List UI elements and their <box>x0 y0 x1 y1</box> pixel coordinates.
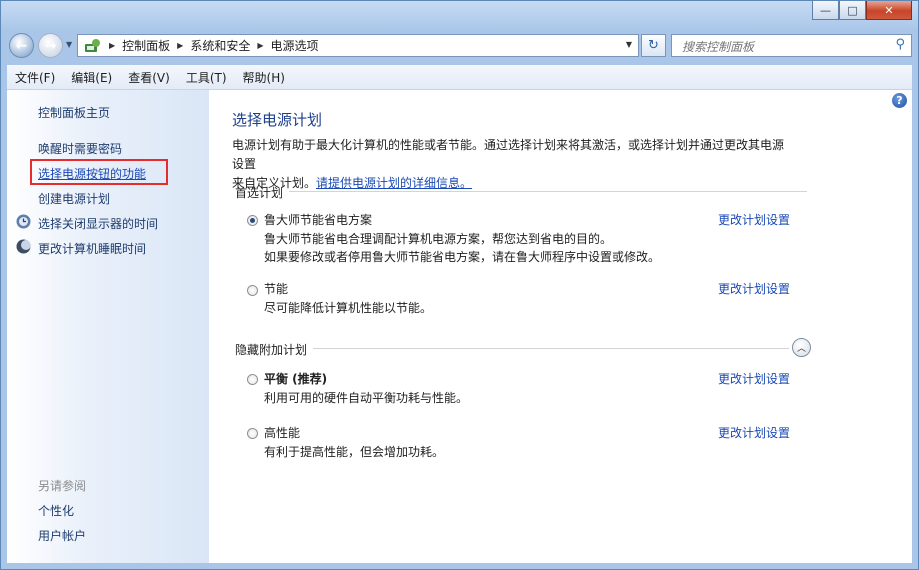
chevron-up-icon: ︿ <box>796 344 806 354</box>
change-plan-settings-link[interactable]: 更改计划设置 <box>718 280 790 297</box>
description-line: 电源计划有助于最大化计算机的性能或者节能。通过选择计划来将其激活，或选择计划并通… <box>232 138 785 171</box>
change-plan-settings-link[interactable]: 更改计划设置 <box>718 370 790 387</box>
maximize-button[interactable]: □ <box>839 1 866 20</box>
monitor-clock-icon <box>16 214 31 229</box>
breadcrumb-separator-icon: ▶ <box>109 41 116 50</box>
menu-tools[interactable]: 工具(T) <box>178 69 235 86</box>
main-panel: ? 选择电源计划 电源计划有助于最大化计算机的性能或者节能。通过选择计划来将其激… <box>209 90 912 563</box>
menu-help[interactable]: 帮助(H) <box>235 69 293 86</box>
plan-radio-high-performance[interactable] <box>247 428 258 439</box>
sidebar-item-display-off-time[interactable]: 选择关闭显示器的时间 <box>38 215 158 232</box>
back-button[interactable]: ← <box>9 33 34 58</box>
plan-description-ludashi: 鲁大师节能省电合理调配计算机电源方案，帮您达到省电的目的。 如果要修改或者停用鲁… <box>264 232 661 264</box>
sidebar-item-user-accounts[interactable]: 用户帐户 <box>38 527 86 544</box>
sidebar-item-personalization[interactable]: 个性化 <box>38 502 74 519</box>
forward-arrow-icon: → <box>44 37 57 54</box>
sidebar-control-panel-home[interactable]: 控制面板主页 <box>38 104 110 121</box>
search-icon[interactable]: ⚲ <box>895 37 905 52</box>
menu-file[interactable]: 文件(F) <box>7 69 63 86</box>
plan-description-power-saver: 尽可能降低计算机性能以节能。 <box>264 301 433 315</box>
search-box: ⚲ <box>671 34 912 57</box>
plan-radio-power-saver[interactable] <box>247 285 258 296</box>
close-button[interactable]: ✕ <box>866 1 912 20</box>
caption-buttons: — □ ✕ <box>812 1 912 20</box>
minimize-button[interactable]: — <box>812 1 839 20</box>
control-panel-icon <box>85 38 100 52</box>
back-arrow-icon: ← <box>15 37 28 54</box>
control-panel-window: — □ ✕ ← → ▼ ▶ 控制面板 ▶ 系统和安全 ▶ 电源选项 ▼ ↻ 搜索… <box>0 0 919 570</box>
sidebar: 控制面板主页 唤醒时需要密码 选择电源按钮的功能 创建电源计划 选择关闭显示器的… <box>7 90 209 563</box>
sidebar-item-wake-password[interactable]: 唤醒时需要密码 <box>38 140 122 157</box>
help-icon[interactable]: ? <box>892 93 907 108</box>
plan-name-power-saver[interactable]: 节能 <box>264 280 288 297</box>
forward-button[interactable]: → <box>38 33 63 58</box>
plan-radio-balanced[interactable] <box>247 374 258 385</box>
breadcrumb-system-security[interactable]: 系统和安全 <box>190 37 250 54</box>
plan-description-high-performance: 有利于提高性能，但会增加功耗。 <box>264 445 445 459</box>
content-area: 控制面板主页 唤醒时需要密码 选择电源按钮的功能 创建电源计划 选择关闭显示器的… <box>7 90 912 563</box>
hidden-plans-heading: 隐藏附加计划 <box>235 343 308 357</box>
change-plan-settings-link[interactable]: 更改计划设置 <box>718 424 790 441</box>
plan-radio-ludashi[interactable] <box>247 215 258 226</box>
refresh-icon: ↻ <box>648 38 659 53</box>
plan-description-balanced: 利用可用的硬件自动平衡功耗与性能。 <box>264 391 469 405</box>
plan-name-ludashi[interactable]: 鲁大师节能省电方案 <box>264 211 372 228</box>
sidebar-item-create-plan[interactable]: 创建电源计划 <box>38 190 110 207</box>
collapse-hidden-plans-button[interactable]: ︿ <box>792 338 811 357</box>
preferred-plans-heading: 首选计划 <box>235 186 284 200</box>
page-title: 选择电源计划 <box>232 111 323 129</box>
group-divider <box>289 191 807 192</box>
breadcrumb-separator-icon: ▶ <box>177 41 184 50</box>
address-dropdown-icon[interactable]: ▼ <box>626 40 632 49</box>
breadcrumb-control-panel[interactable]: 控制面板 <box>122 37 170 54</box>
refresh-button[interactable]: ↻ <box>641 34 666 57</box>
page-description: 电源计划有助于最大化计算机的性能或者节能。通过选择计划来将其激活，或选择计划并通… <box>232 136 792 193</box>
sidebar-item-sleep-time[interactable]: 更改计算机睡眠时间 <box>38 240 146 257</box>
menu-view[interactable]: 查看(V) <box>120 69 178 86</box>
breadcrumb-separator-icon: ▶ <box>257 41 264 50</box>
navigation-bar: ← → ▼ ▶ 控制面板 ▶ 系统和安全 ▶ 电源选项 ▼ ↻ ⚲ <box>7 31 912 61</box>
address-bar[interactable]: ▶ 控制面板 ▶ 系统和安全 ▶ 电源选项 ▼ <box>77 34 639 57</box>
sleep-moon-icon <box>16 239 31 254</box>
menu-bar: 文件(F) 编辑(E) 查看(V) 工具(T) 帮助(H) <box>7 65 912 90</box>
plan-name-high-performance[interactable]: 高性能 <box>264 424 300 441</box>
see-also-heading: 另请参阅 <box>38 479 87 493</box>
change-plan-settings-link[interactable]: 更改计划设置 <box>718 211 790 228</box>
search-input[interactable] <box>680 36 884 57</box>
breadcrumb: ▶ 控制面板 ▶ 系统和安全 ▶ 电源选项 <box>102 37 319 54</box>
recent-pages-dropdown[interactable]: ▼ <box>66 40 72 49</box>
group-divider <box>313 348 789 349</box>
breadcrumb-power-options[interactable]: 电源选项 <box>271 37 319 54</box>
menu-edit[interactable]: 编辑(E) <box>63 69 120 86</box>
sidebar-item-power-buttons[interactable]: 选择电源按钮的功能 <box>38 165 146 182</box>
plan-name-balanced[interactable]: 平衡 (推荐) <box>264 370 327 387</box>
plan-details-link[interactable]: 请提供电源计划的详细信息。 <box>316 176 472 190</box>
